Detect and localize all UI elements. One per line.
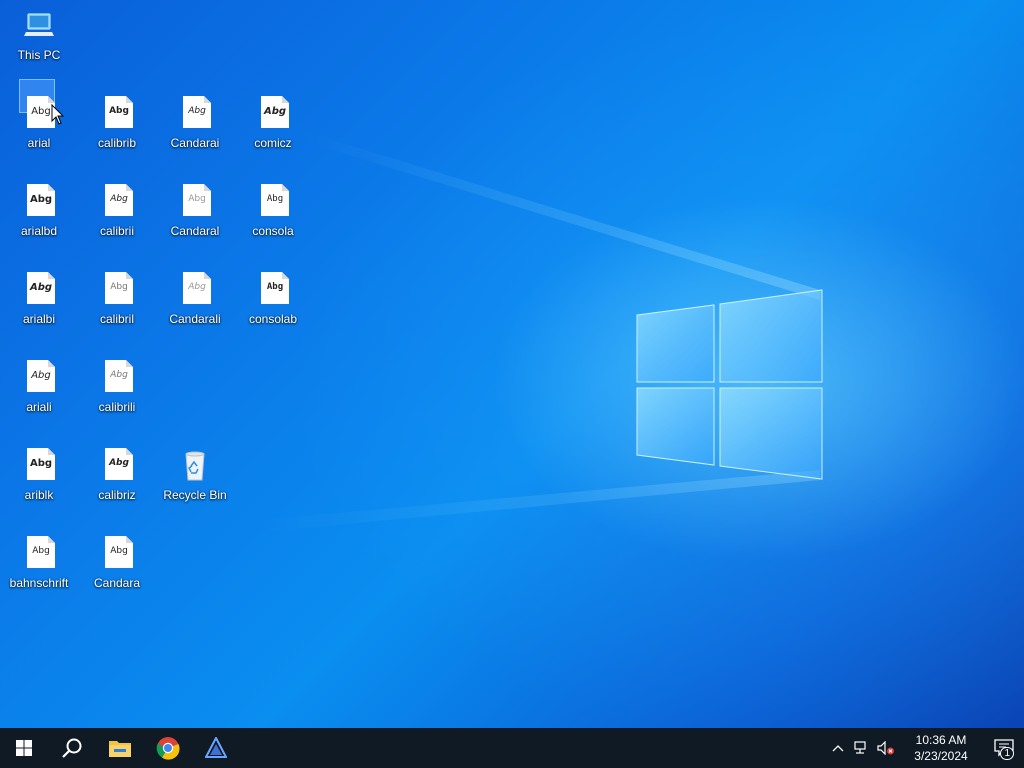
clock-time: 10:36 AM: [915, 733, 967, 747]
icon-label: Recycle Bin: [163, 488, 227, 502]
desktop: This PC Abg arial Abg arialbd Abg arialb…: [0, 0, 1024, 728]
icon-label: arial: [27, 136, 51, 150]
taskbar: 10:36 AM 3/23/2024 1: [0, 728, 1024, 768]
icon-label: calibril: [99, 312, 134, 326]
icon-label: consolab: [248, 312, 298, 326]
notification-count-badge: 1: [1000, 747, 1014, 760]
icon-label: Candarai: [170, 136, 220, 150]
chevron-up-icon: [832, 745, 844, 752]
desktop-icon-this-pc[interactable]: This PC: [1, 0, 77, 84]
desktop-icon-font[interactable]: Abg consola: [235, 176, 311, 260]
icon-label: calibrili: [98, 400, 136, 414]
icon-label: calibrii: [99, 224, 134, 238]
desktop-icon-font[interactable]: Abg Candara: [79, 528, 155, 612]
desktop-icon-font[interactable]: Abg consolab: [235, 264, 311, 348]
desktop-icon-font[interactable]: Abg arialbd: [1, 176, 77, 260]
notification-center-button[interactable]: 1: [984, 728, 1024, 768]
desktop-icon-font[interactable]: Abg comicz: [235, 88, 311, 172]
icon-label: This PC: [17, 48, 61, 62]
mouse-cursor-icon: [51, 104, 65, 125]
icon-label: Candaral: [170, 224, 220, 238]
desktop-icon-font[interactable]: Abg arial: [1, 79, 77, 172]
file-explorer-button[interactable]: [96, 728, 144, 768]
computer-icon: [22, 8, 56, 44]
start-icon: [16, 740, 32, 756]
desktop-icon-font[interactable]: Abg calibrib: [79, 88, 155, 172]
search-button[interactable]: [48, 728, 96, 768]
search-icon: [62, 738, 82, 758]
icon-label: arialbi: [22, 312, 55, 326]
desktop-icon-font[interactable]: Abg calibriz: [79, 440, 155, 524]
desktop-icon-font[interactable]: Abg Candarai: [157, 88, 233, 172]
app-button[interactable]: [192, 728, 240, 768]
system-tray: 10:36 AM 3/23/2024 1: [826, 728, 1024, 768]
icon-label: comicz: [254, 136, 292, 150]
chrome-button[interactable]: [144, 728, 192, 768]
desktop-icon-font[interactable]: Abg arialbi: [1, 264, 77, 348]
volume-muted-icon: [877, 741, 894, 755]
desktop-icon-font[interactable]: Abg bahnschrift: [1, 528, 77, 612]
start-button[interactable]: [0, 728, 48, 768]
icon-label: bahnschrift: [9, 576, 69, 590]
icon-label: calibriz: [98, 488, 136, 502]
volume-button[interactable]: [874, 728, 898, 768]
clock[interactable]: 10:36 AM 3/23/2024: [898, 732, 984, 764]
icon-label: ariali: [26, 400, 52, 414]
network-icon: [854, 741, 866, 754]
desktop-icon-font[interactable]: Abg calibril: [79, 264, 155, 348]
icon-label: calibrib: [97, 136, 136, 150]
file-explorer-icon: [109, 741, 131, 757]
desktop-icon-font[interactable]: Abg calibrii: [79, 176, 155, 260]
desktop-icon-font[interactable]: Abg Candarali: [157, 264, 233, 348]
icon-label: arialbd: [20, 224, 58, 238]
clock-date: 3/23/2024: [914, 749, 968, 763]
icon-label: ariblk: [24, 488, 54, 502]
icon-label: Candarali: [169, 312, 221, 326]
desktop-icon-font[interactable]: Abg ariblk: [1, 440, 77, 524]
desktop-icon-font[interactable]: Abg Candaral: [157, 176, 233, 260]
network-button[interactable]: [850, 728, 874, 768]
show-hidden-icons-button[interactable]: [826, 728, 850, 768]
desktop-icon-recycle-bin[interactable]: Recycle Bin: [157, 440, 233, 524]
icon-label: consola: [252, 224, 294, 238]
recycle-bin-icon: [178, 448, 212, 484]
chrome-icon: [156, 737, 180, 760]
desktop-icon-font[interactable]: Abg ariali: [1, 352, 77, 436]
desktop-icon-font[interactable]: Abg calibrili: [79, 352, 155, 436]
icon-label: Candara: [93, 576, 141, 590]
app-icon: [205, 737, 227, 758]
